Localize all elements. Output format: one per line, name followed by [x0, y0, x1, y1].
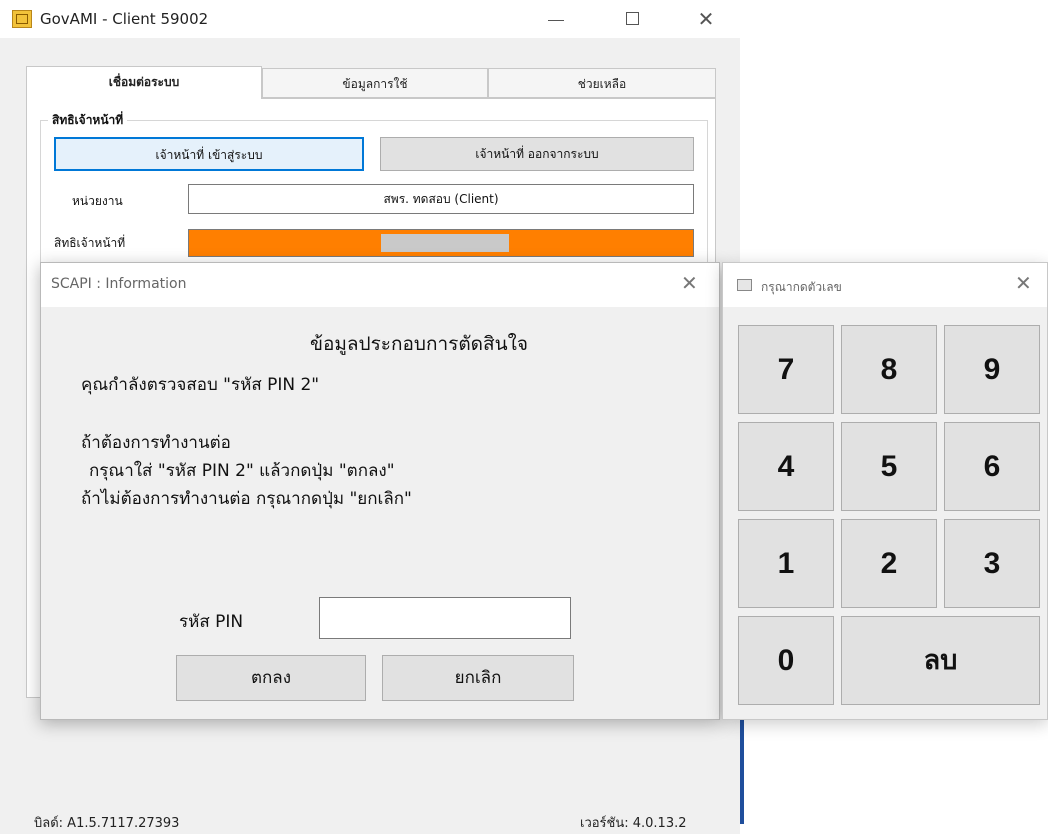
- close-button[interactable]: ✕: [686, 6, 726, 32]
- window-title: GovAMI - Client 59002: [40, 10, 209, 28]
- information-dialog: SCAPI : Information ✕ ข้อมูลประกอบการตัด…: [40, 262, 720, 720]
- delete-key[interactable]: ลบ: [841, 616, 1040, 705]
- key-3[interactable]: 3: [944, 519, 1040, 608]
- version-label: เวอร์ชัน: 4.0.13.2: [580, 816, 687, 831]
- minimize-button[interactable]: [536, 6, 576, 32]
- rights-status-bar: [188, 229, 694, 257]
- minimize-icon: [548, 20, 564, 21]
- key-8[interactable]: 8: [841, 325, 937, 414]
- info-heading: ข้อมูลประกอบการตัดสินใจ: [309, 333, 529, 355]
- cancel-button[interactable]: ยกเลิก: [382, 655, 574, 701]
- keypad-close-button[interactable]: ✕: [1015, 271, 1032, 295]
- app-icon: [12, 10, 32, 28]
- key-9[interactable]: 9: [944, 325, 1040, 414]
- ok-button[interactable]: ตกลง: [176, 655, 366, 701]
- info-line: ถ้าต้องการทำงานต่อ: [81, 433, 231, 453]
- dialog-close-button[interactable]: ✕: [681, 271, 698, 295]
- dialog-title: SCAPI : Information: [51, 276, 187, 292]
- key-4[interactable]: 4: [738, 422, 834, 511]
- rights-label: สิทธิเจ้าหน้าที่: [54, 236, 126, 250]
- keypad-titlebar: กรุณากดตัวเลข ✕: [723, 263, 1047, 307]
- window-edge: [740, 720, 744, 824]
- tab-usage[interactable]: ข้อมูลการใช้: [262, 68, 488, 98]
- pin-label: รหัส PIN: [179, 612, 244, 632]
- maximize-button[interactable]: [612, 6, 652, 32]
- key-1[interactable]: 1: [738, 519, 834, 608]
- keypad-title: กรุณากดตัวเลข: [761, 280, 842, 294]
- officer-login-button[interactable]: เจ้าหน้าที่ เข้าสู่ระบบ: [54, 137, 364, 171]
- maximize-icon: [625, 12, 639, 25]
- group-title: สิทธิเจ้าหน้าที่: [48, 111, 128, 130]
- officer-logout-button[interactable]: เจ้าหน้าที่ ออกจากระบบ: [380, 137, 694, 171]
- keyboard-icon: [737, 279, 752, 291]
- pin-input[interactable]: [319, 597, 571, 639]
- agency-field: สพร. ทดสอบ (Client): [188, 184, 694, 214]
- key-0[interactable]: 0: [738, 616, 834, 705]
- key-6[interactable]: 6: [944, 422, 1040, 511]
- info-line: ถ้าไม่ต้องการทำงานต่อ กรุณากดปุ่ม "ยกเลิ…: [81, 489, 412, 509]
- close-icon: ✕: [681, 271, 698, 295]
- dialog-titlebar: SCAPI : Information ✕: [41, 263, 719, 307]
- main-titlebar: GovAMI - Client 59002 ✕: [0, 0, 740, 38]
- key-5[interactable]: 5: [841, 422, 937, 511]
- rights-status-fill: [381, 234, 509, 252]
- tab-help[interactable]: ช่วยเหลือ: [488, 68, 716, 98]
- key-2[interactable]: 2: [841, 519, 937, 608]
- info-line: กรุณาใส่ "รหัส PIN 2" แล้วกดปุ่ม "ตกลง": [89, 461, 395, 481]
- agency-label: หน่วยงาน: [72, 194, 123, 208]
- close-icon: ✕: [1015, 271, 1032, 295]
- info-line: คุณกำลังตรวจสอบ "รหัส PIN 2": [81, 375, 320, 395]
- build-label: บิลด์: A1.5.7117.27393: [34, 816, 180, 831]
- keypad-window: กรุณากดตัวเลข ✕ 7 8 9 4 5 6 1 2 3 0 ลบ: [722, 262, 1048, 720]
- tab-connect[interactable]: เชื่อมต่อระบบ: [26, 66, 262, 99]
- close-icon: ✕: [697, 7, 715, 31]
- key-7[interactable]: 7: [738, 325, 834, 414]
